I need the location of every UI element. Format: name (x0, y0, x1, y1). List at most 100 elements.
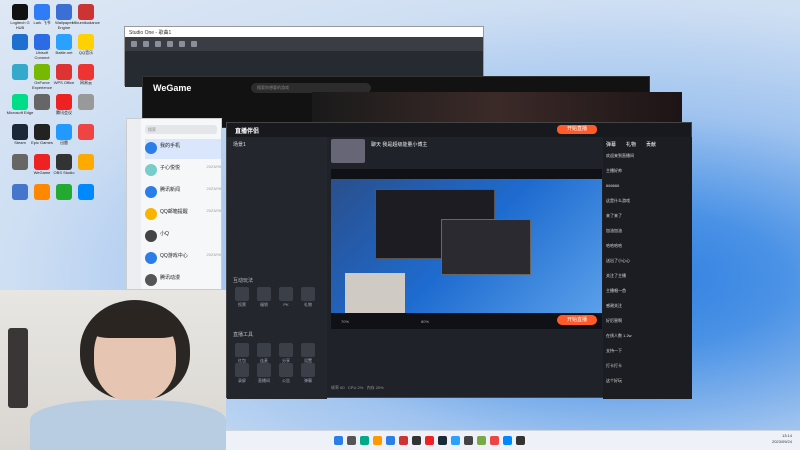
tab-danmu[interactable]: 弹幕 (606, 141, 616, 148)
chat-message: 主播好帅 (606, 168, 622, 173)
taskbar-app-icon[interactable] (477, 436, 486, 445)
taskbar-app-icon[interactable] (438, 436, 447, 445)
taskbar-app-icon[interactable] (516, 436, 525, 445)
app-icon (56, 94, 72, 110)
tool-icon[interactable] (257, 363, 271, 377)
taskbar-app-icon[interactable] (334, 436, 343, 445)
tool-icon[interactable] (235, 363, 249, 377)
contact-date: 2023/09 (206, 164, 221, 169)
desktop-icon-label (72, 140, 100, 150)
tool-icon[interactable] (301, 287, 315, 301)
list-item[interactable]: 小Q (145, 227, 221, 247)
fps-status: 帧率 60 (331, 385, 345, 390)
list-item[interactable]: 我的手机 (145, 139, 221, 159)
clock-date: 2023/09/24 (771, 439, 792, 444)
scene-label[interactable]: 场景1 (233, 141, 246, 148)
taskbar: 13:14 2023/09/24 (226, 430, 800, 450)
tool-icon[interactable] (235, 343, 249, 357)
taskbar-app-icon[interactable] (373, 436, 382, 445)
tool-icon[interactable] (279, 343, 293, 357)
app-icon (78, 64, 94, 80)
volume-right[interactable]: 80% (421, 319, 429, 324)
avatar (331, 139, 365, 163)
contact-date: 2023/09 (206, 252, 221, 257)
contact-name: 小Q (160, 231, 169, 237)
app-icon (12, 124, 28, 140)
desktop-icon[interactable] (72, 124, 100, 150)
search-input[interactable]: 搜索 (145, 125, 217, 134)
tool-icon[interactable] (179, 41, 185, 47)
tool-icon[interactable] (257, 287, 271, 301)
desktop-icon[interactable]: Mikumikudance (72, 4, 100, 30)
list-item[interactable]: QQ游戏中心 2023/09 (145, 249, 221, 269)
qq-sidebar (127, 119, 141, 289)
tool-icon[interactable] (155, 41, 161, 47)
app-icon (78, 94, 94, 110)
desktop-icon[interactable] (72, 154, 100, 180)
desktop-icon[interactable]: 网易云 (72, 64, 100, 90)
wegame-logo: WeGame (153, 83, 192, 93)
webcam-thumbnail (345, 273, 405, 313)
go-live-top-button[interactable]: 开始直播 (557, 125, 597, 134)
title-bar: 直播伴侣 开始直播 (227, 123, 691, 137)
tool-icon[interactable] (131, 41, 137, 47)
tool-icon[interactable] (191, 41, 197, 47)
tool-icon[interactable] (301, 363, 315, 377)
taskbar-app-icon[interactable] (425, 436, 434, 445)
mem-status: 内存 20% (366, 385, 384, 390)
chat-message: 感谢关注 (606, 303, 622, 308)
tool-icon[interactable] (143, 41, 149, 47)
taskbar-app-icon[interactable] (503, 436, 512, 445)
taskbar-app-icon[interactable] (399, 436, 408, 445)
contact-name: 腾讯动漫 (160, 275, 181, 281)
qq-window[interactable]: 搜索 我的手机 子心悦悦 2023/09 腾讯新闻 2023/09 QQ邮箱提醒 2023/… (126, 118, 222, 290)
tool-icon[interactable] (301, 343, 315, 357)
taskbar-app-icon[interactable] (464, 436, 473, 445)
taskbar-app-icon[interactable] (347, 436, 356, 445)
scene-panel: 场景1 互动玩法 直播工具 投票 福袋 PK 礼物 红包 连麦 分享 设置 录屏 直播间 公告 弹幕 (227, 137, 327, 399)
contact-name: 腾讯新闻 (160, 187, 181, 193)
tool-icon[interactable] (167, 41, 173, 47)
studio-toolbar[interactable] (125, 37, 483, 51)
live-assistant-window[interactable]: 直播伴侣 开始直播 场景1 互动玩法 直播工具 投票 福袋 PK 礼物 红包 连麦 分享 设置… (226, 122, 692, 399)
contact-date: 2023/09 (206, 186, 221, 191)
chat-message: 送出了小心心 (606, 258, 630, 263)
taskbar-app-icon[interactable] (412, 436, 421, 445)
taskbar-app-icon[interactable] (451, 436, 460, 445)
tool-icon[interactable] (257, 343, 271, 357)
chat-message: 这个好玩 (606, 378, 622, 383)
desktop-icon[interactable] (72, 184, 100, 210)
interact-section-title: 互动玩法 (233, 278, 254, 284)
tab-contrib[interactable]: 贡献 (646, 141, 656, 148)
preview-screen (331, 179, 602, 313)
taskbar-app-icon[interactable] (360, 436, 369, 445)
clock[interactable]: 13:14 2023/09/24 (772, 433, 792, 445)
chat-panel: 弹幕 礼物 贡献 欢迎来到直播间 主播好帅 666666 这是什么游戏 来了来了 加油加油… (603, 137, 692, 399)
chat-message: 加油加油 (606, 228, 622, 233)
list-item[interactable]: 腾讯新闻 2023/09 (145, 183, 221, 203)
chat-message: 来了来了 (606, 213, 622, 218)
volume-left[interactable]: 70% (341, 319, 349, 324)
list-item[interactable]: 腾讯动漫 (145, 271, 221, 291)
tab-gift[interactable]: 礼物 (626, 141, 636, 148)
app-icon (56, 34, 72, 50)
tool-label: 礼物 (304, 302, 312, 307)
app-icon (78, 184, 94, 200)
window-title: Studio One - 歌曲1 (125, 27, 483, 37)
taskbar-app-icon[interactable] (490, 436, 499, 445)
desktop-icon[interactable] (72, 94, 100, 120)
taskbar-app-icon[interactable] (386, 436, 395, 445)
chat-message: 关注了主播 (606, 273, 626, 278)
chat-message: 支持一下 (606, 348, 622, 353)
stream-preview[interactable]: 70% 80% 开始直播 (331, 169, 602, 329)
tool-icon[interactable] (279, 363, 293, 377)
app-icon (56, 154, 72, 170)
desktop-icon-label: Mikumikudance (72, 20, 100, 25)
start-live-button[interactable]: 开始直播 (557, 315, 597, 325)
list-item[interactable]: 子心悦悦 2023/09 (145, 161, 221, 181)
desktop-icon[interactable]: QQ音乐 (72, 34, 100, 60)
tool-icon[interactable] (279, 287, 293, 301)
chat-message: 这是什么游戏 (606, 198, 630, 203)
list-item[interactable]: QQ邮箱提醒 2023/09 (145, 205, 221, 225)
tool-icon[interactable] (235, 287, 249, 301)
